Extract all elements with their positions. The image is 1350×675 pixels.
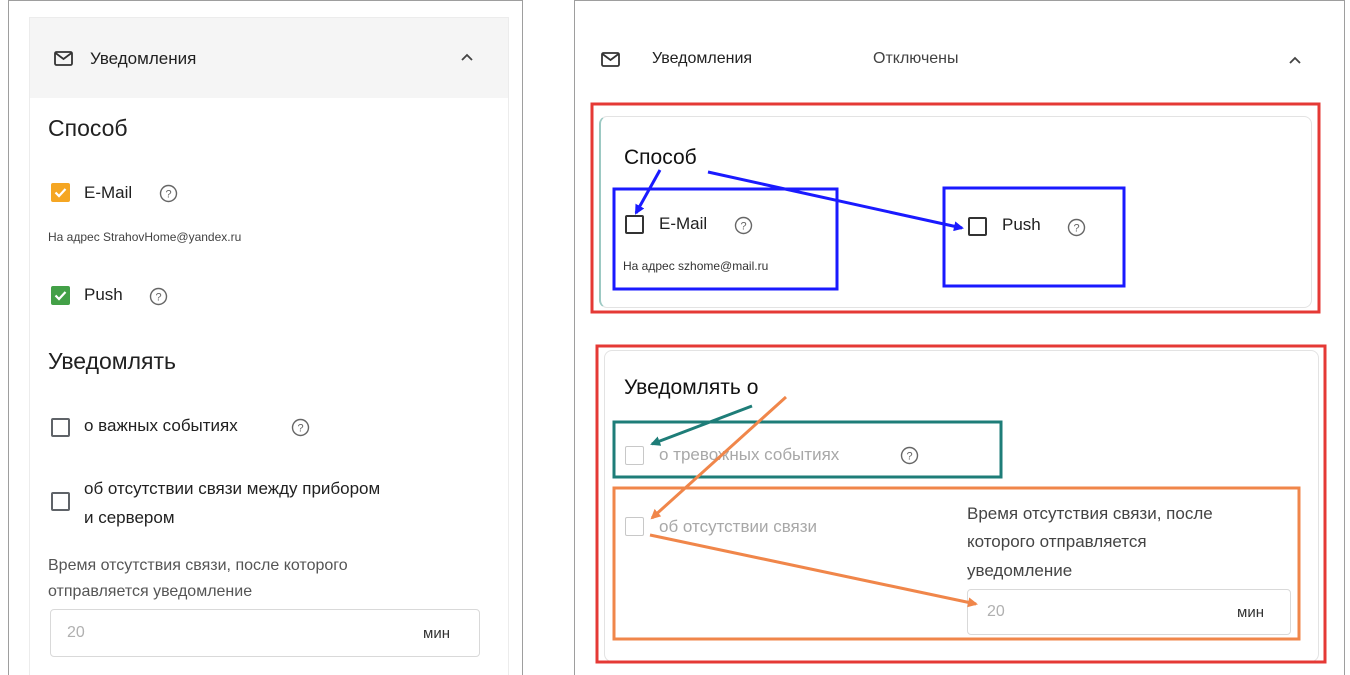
annotation-orange-arrow-input [649, 533, 978, 608]
annotation-blue-box-push [942, 186, 1126, 288]
annotation-teal-box-alarm [612, 420, 1003, 479]
screenshot-root: Уведомления Способ E-Mail ? На адрес Str… [0, 0, 1350, 675]
annotation-overlay [590, 102, 1327, 664]
annotation-blue-arrow-push [707, 170, 964, 232]
annotation-orange-box-connection [612, 486, 1301, 641]
annotation-orange-arrow-checkbox [650, 395, 788, 520]
annotation-teal-arrow [650, 404, 753, 446]
annotation-blue-box-email [612, 187, 839, 291]
annotation-blue-arrow-email [634, 169, 662, 215]
annotation-red-frame-notify [595, 344, 1327, 664]
annotation-red-frame-method [590, 102, 1321, 314]
